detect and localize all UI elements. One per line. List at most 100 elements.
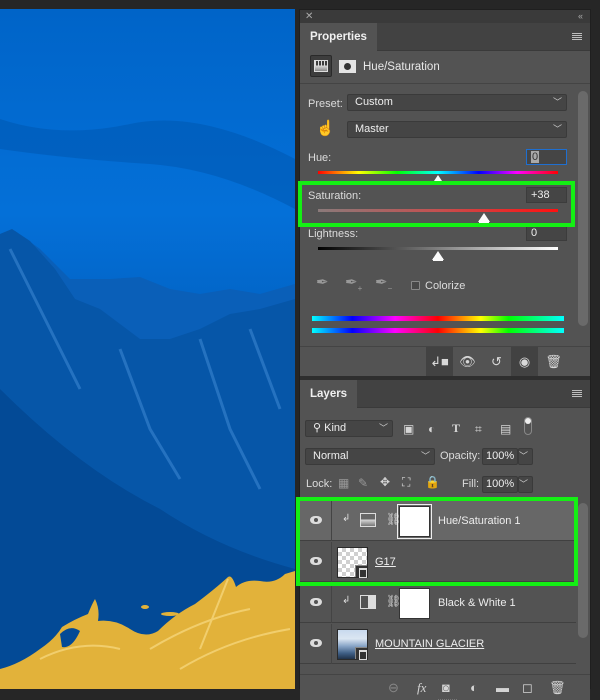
- saturation-value-input[interactable]: +38: [526, 187, 567, 203]
- gold-droplet: [141, 605, 149, 609]
- lock-all-icon[interactable]: 🔒: [425, 475, 440, 489]
- filter-adjustment-layers-icon[interactable]: ◐: [428, 422, 435, 436]
- saturation-slider-thumb[interactable]: [477, 213, 490, 223]
- visibility-toggle[interactable]: [300, 501, 332, 541]
- opacity-value: 100%: [486, 450, 515, 462]
- clip-to-layer-button[interactable]: ↲■: [426, 347, 453, 376]
- fill-value: 100%: [486, 478, 515, 490]
- eyedropper-subtract-icon[interactable]: ✒−: [375, 273, 393, 293]
- layer-filter-dropdown[interactable]: ⚲ Kind ﹀: [305, 420, 393, 437]
- mountain-photo-thumbnail: [337, 629, 368, 660]
- lightness-slider-thumb[interactable]: [432, 251, 444, 261]
- visibility-toggle[interactable]: [300, 624, 332, 664]
- layer-name[interactable]: G17: [375, 542, 396, 582]
- layer-name[interactable]: Hue/Saturation 1: [438, 501, 521, 541]
- layer-mask-thumbnail[interactable]: [399, 588, 430, 619]
- new-group-folder-icon[interactable]: ▬: [496, 675, 509, 700]
- layer-mask-thumbnail[interactable]: [397, 504, 432, 539]
- close-panel-icon[interactable]: ✕: [305, 10, 313, 23]
- lightness-slider-track[interactable]: [318, 247, 558, 250]
- hue-saturation-adjustment-icon[interactable]: [310, 55, 332, 77]
- transparent-layer-thumbnail: [337, 547, 368, 578]
- tab-layers[interactable]: Layers: [300, 380, 358, 408]
- document-canvas[interactable]: [0, 9, 295, 689]
- chevron-down-icon: ﹀: [378, 423, 388, 433]
- layer-style-fx-icon[interactable]: fx: [417, 675, 426, 700]
- chevron-down-icon: ﹀: [552, 97, 562, 107]
- gold-droplet: [161, 612, 179, 616]
- saturation-slider-track[interactable]: [318, 209, 558, 212]
- filter-toggle-switch[interactable]: [524, 417, 532, 435]
- new-layer-icon[interactable]: ◻: [522, 675, 533, 700]
- smart-object-badge-icon: [355, 565, 367, 578]
- blend-mode-dropdown[interactable]: Normal ﹀: [305, 448, 435, 465]
- hue-slider-thumb[interactable]: [432, 175, 444, 185]
- channel-value: Master: [355, 123, 389, 135]
- layer-row-g17[interactable]: G17: [300, 542, 576, 582]
- properties-tab-row: Properties: [300, 23, 590, 51]
- eye-icon: [310, 639, 322, 647]
- lock-transparent-pixels-icon[interactable]: ▦: [338, 476, 349, 490]
- layers-menu-icon[interactable]: [572, 390, 582, 398]
- lock-artboard-icon[interactable]: ⛶: [402, 475, 410, 489]
- lock-label: Lock:: [306, 478, 333, 490]
- layers-scrollbar[interactable]: [578, 503, 588, 638]
- saturation-value: +38: [531, 189, 550, 201]
- filter-kind-value: Kind: [324, 422, 347, 434]
- tab-properties[interactable]: Properties: [300, 23, 377, 51]
- opacity-label: Opacity:: [440, 450, 481, 462]
- filter-type-layers-icon[interactable]: T: [452, 421, 460, 435]
- blend-mode-value: Normal: [313, 450, 349, 462]
- layer-name[interactable]: MOUNTAIN GLACIER: [375, 624, 484, 664]
- opacity-dropdown-button[interactable]: ﹀: [518, 448, 533, 465]
- filter-shape-layers-icon[interactable]: ⌗: [475, 422, 482, 436]
- filter-pixel-layers-icon[interactable]: ▣: [403, 422, 414, 436]
- lightness-value-input[interactable]: 0: [526, 225, 567, 241]
- hue-value: 0: [531, 151, 540, 163]
- fill-dropdown-button[interactable]: ﹀: [518, 476, 533, 493]
- fill-input[interactable]: 100%: [482, 476, 518, 493]
- new-fill-adjustment-icon[interactable]: ◐: [470, 675, 478, 700]
- hue-value-input[interactable]: 0: [526, 149, 567, 165]
- reset-button[interactable]: ↺: [483, 347, 510, 376]
- properties-scrollbar[interactable]: [578, 91, 588, 326]
- properties-menu-icon[interactable]: [572, 33, 582, 41]
- hue-label: Hue:: [308, 152, 332, 164]
- toggle-visibility-button[interactable]: ◉: [511, 347, 538, 376]
- preset-dropdown[interactable]: Custom ﹀: [347, 94, 567, 111]
- visibility-toggle[interactable]: [300, 583, 332, 623]
- eyedropper-icon[interactable]: ✒: [316, 273, 334, 291]
- lock-position-icon[interactable]: ✥: [380, 475, 390, 489]
- layer-mask-icon[interactable]: [339, 60, 356, 73]
- layer-row-mountain-glacier[interactable]: MOUNTAIN GLACIER: [300, 624, 576, 664]
- lightness-value: 0: [531, 227, 538, 239]
- visibility-toggle[interactable]: [300, 542, 332, 582]
- colorize-checkbox[interactable]: [411, 281, 420, 290]
- view-previous-state-button[interactable]: 👁: [454, 347, 481, 376]
- fill-label: Fill:: [462, 478, 480, 490]
- eyedropper-add-icon[interactable]: ✒+: [345, 273, 363, 293]
- chevron-down-icon: ﹀: [552, 124, 562, 134]
- delete-adjustment-button[interactable]: 🗑: [540, 347, 567, 376]
- layer-row-black-white[interactable]: ↲ ⛓ Black & White 1: [300, 583, 576, 623]
- eye-icon: [310, 557, 322, 565]
- targeted-adjustment-hand-icon[interactable]: ☝: [316, 119, 335, 137]
- layers-footer: ⊖ fx ◙ ◐ ▬ ◻ 🗑: [300, 674, 590, 700]
- layer-row-hue-saturation[interactable]: ↲ ⛓ Hue/Saturation 1: [300, 501, 576, 541]
- adjustment-title: Hue/Saturation: [363, 61, 440, 73]
- filter-smart-objects-icon[interactable]: ▤: [500, 422, 511, 436]
- collapse-panels-icon[interactable]: ‹‹: [578, 10, 583, 23]
- add-mask-icon[interactable]: ◙: [442, 675, 450, 700]
- layer-name[interactable]: Black & White 1: [438, 583, 516, 623]
- opacity-input[interactable]: 100%: [482, 448, 518, 465]
- properties-panel: Hue/Saturation Preset: Custom ﹀ ☝ Master…: [298, 51, 590, 376]
- layers-tab-row: Layers: [300, 380, 590, 408]
- cloud-band: [0, 119, 295, 209]
- hue-slider-track[interactable]: [318, 171, 558, 174]
- input-color-spectrum: [312, 316, 564, 321]
- delete-layer-icon[interactable]: 🗑: [549, 675, 566, 700]
- channel-dropdown[interactable]: Master ﹀: [347, 121, 567, 138]
- lock-image-pixels-icon[interactable]: ✎: [358, 476, 368, 490]
- link-layers-icon[interactable]: ⊖: [388, 675, 399, 700]
- chevron-down-icon: ﹀: [518, 479, 528, 489]
